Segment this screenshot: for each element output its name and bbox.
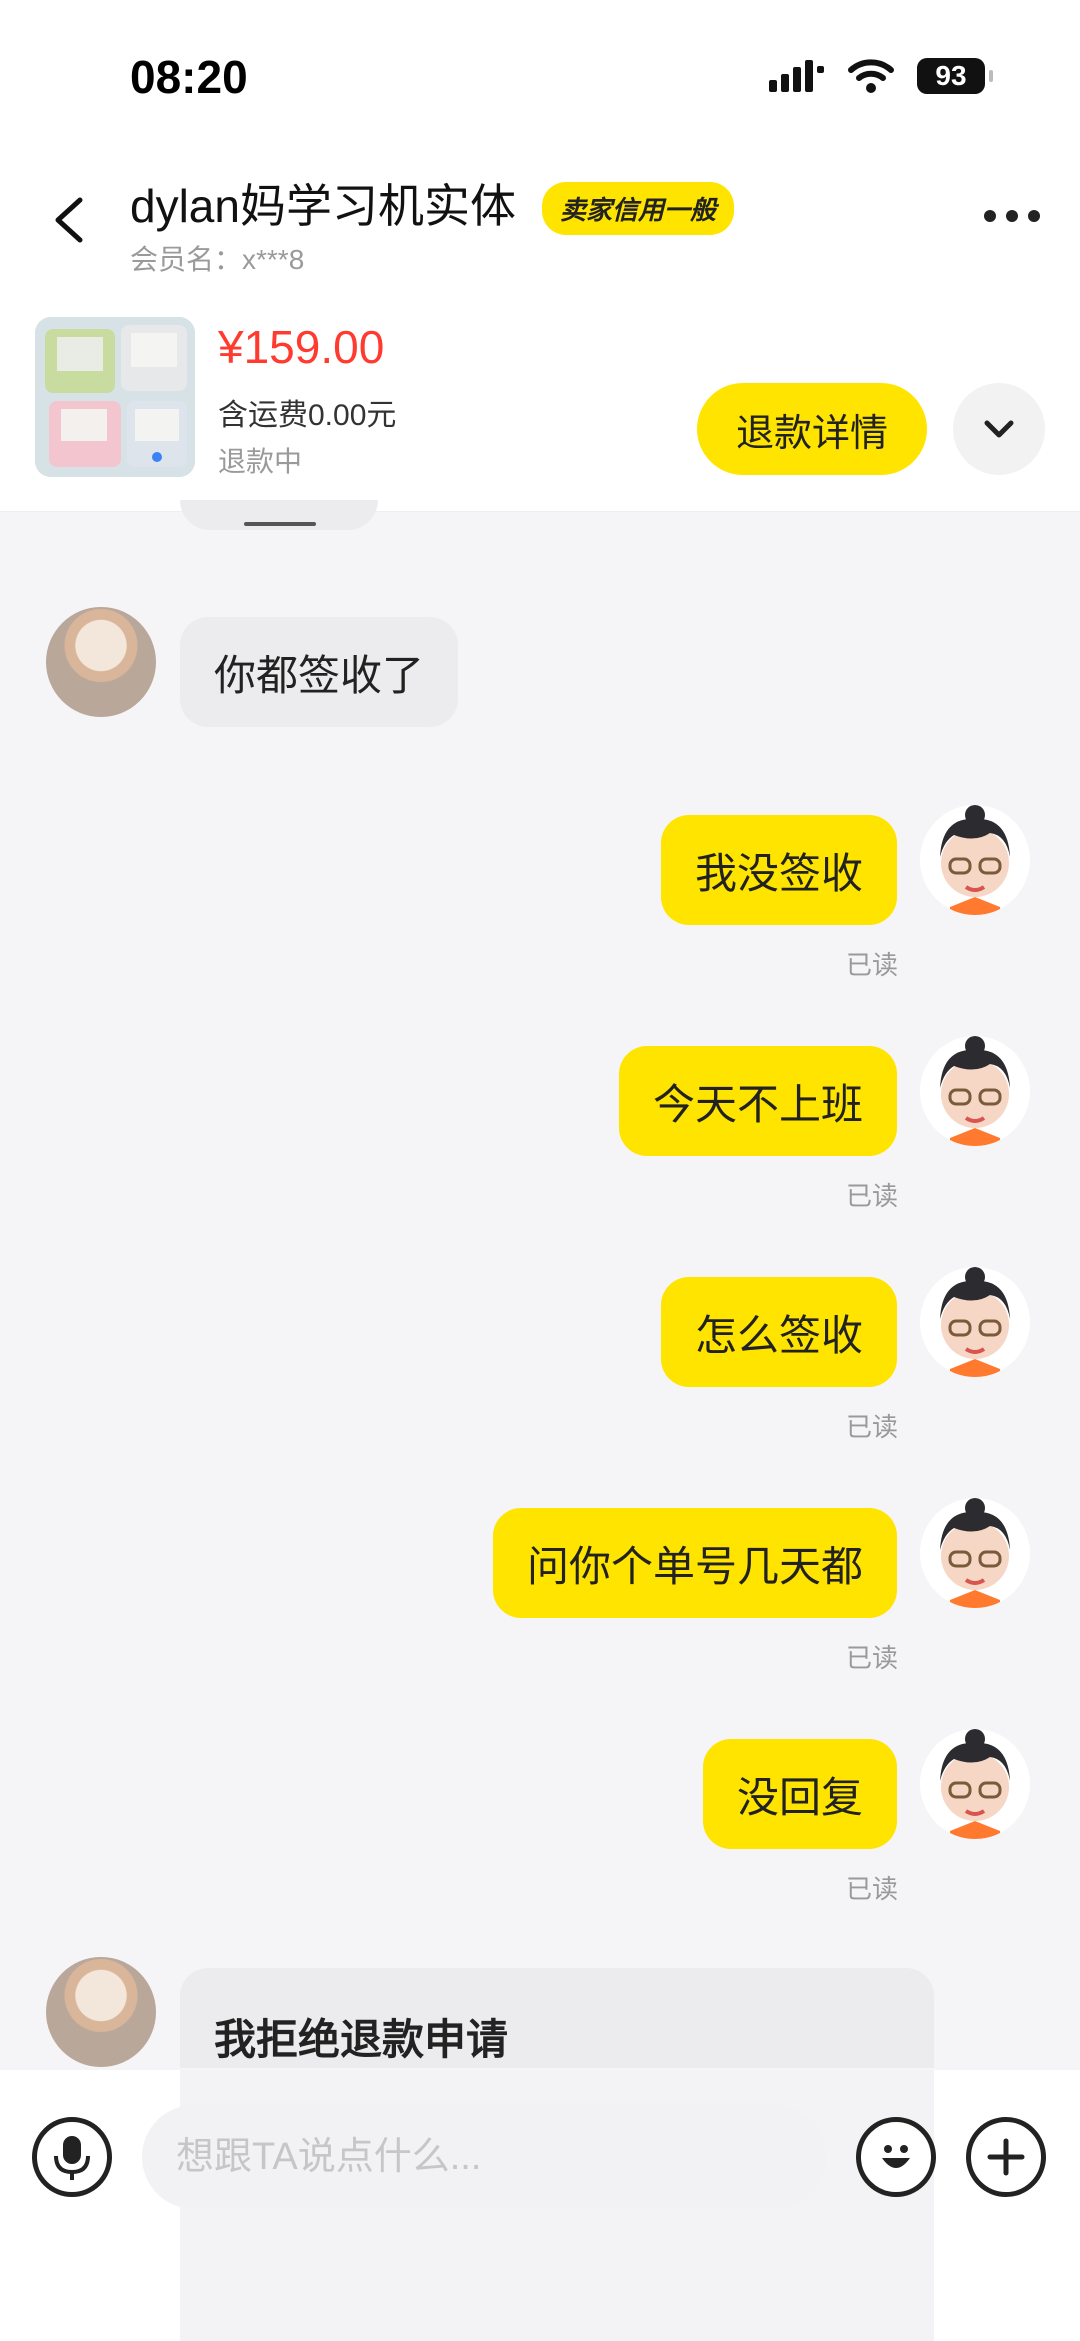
user-avatar-image bbox=[940, 1036, 1010, 1146]
voice-button[interactable] bbox=[32, 2117, 112, 2197]
message-input[interactable] bbox=[142, 2105, 826, 2209]
user-avatar-image bbox=[940, 805, 1010, 915]
chevron-left-icon bbox=[55, 197, 83, 243]
more-options-button[interactable] bbox=[984, 210, 1040, 222]
back-button[interactable] bbox=[40, 190, 100, 250]
user-avatar[interactable] bbox=[920, 1498, 1030, 1608]
read-receipt: 已读 bbox=[846, 1643, 899, 1673]
chevron-down-icon bbox=[984, 420, 1014, 438]
refund-details-button[interactable]: 退款详情 bbox=[697, 383, 927, 475]
user-avatar-image bbox=[940, 1498, 1010, 1608]
dot bbox=[1006, 210, 1018, 222]
message-bubble-received[interactable]: 我拒绝退款申请 bbox=[180, 1968, 934, 2068]
seller-avatar[interactable] bbox=[46, 607, 156, 717]
seller-avatar[interactable] bbox=[46, 1957, 156, 2067]
product-image bbox=[35, 317, 195, 477]
user-avatar[interactable] bbox=[920, 1267, 1030, 1377]
order-card[interactable]: ¥159.00 含运费0.00元 退款中 退款详情 bbox=[0, 310, 1080, 512]
message-bubble-sent[interactable]: 我没签收 bbox=[660, 815, 897, 925]
dot bbox=[1028, 210, 1040, 222]
plus-icon bbox=[987, 2138, 1025, 2176]
shop-name[interactable]: dylan妈学习机实体 bbox=[130, 170, 516, 236]
dot bbox=[984, 210, 996, 222]
user-avatar[interactable] bbox=[920, 1036, 1030, 1146]
product-thumbnail[interactable] bbox=[35, 317, 195, 477]
status-bar: 08:20 93 bbox=[0, 0, 1080, 160]
wifi-icon bbox=[848, 59, 894, 93]
read-receipt: 已读 bbox=[846, 950, 899, 980]
read-receipt: 已读 bbox=[846, 1181, 899, 1211]
read-receipt: 已读 bbox=[846, 1412, 899, 1442]
signal-icon bbox=[769, 60, 824, 92]
credit-badge: 卖家信用一般 bbox=[542, 182, 735, 235]
order-status: 退款中 bbox=[218, 446, 303, 477]
status-time: 08:20 bbox=[130, 51, 248, 103]
expand-button[interactable] bbox=[953, 383, 1045, 475]
emoji-button[interactable] bbox=[856, 2117, 936, 2197]
user-avatar[interactable] bbox=[920, 805, 1030, 915]
emoji-icon bbox=[882, 2145, 910, 2168]
message-bubble-sent[interactable]: 今天不上班 bbox=[618, 1046, 897, 1156]
message-bubble-sent[interactable]: 怎么签收 bbox=[660, 1277, 897, 1387]
order-price: ¥159.00 bbox=[218, 321, 385, 373]
message-input-bar bbox=[0, 2070, 1080, 2341]
battery-icon: 93 bbox=[917, 58, 993, 94]
message-bubble-sent[interactable]: 没回复 bbox=[702, 1739, 897, 1849]
chat-header: dylan妈学习机实体 卖家信用一般 会员名：x***8 bbox=[0, 160, 1080, 310]
message-bubble-received[interactable]: 你都签收了 bbox=[180, 617, 459, 727]
member-id: 会员名：x***8 bbox=[130, 244, 305, 275]
microphone-icon bbox=[54, 2136, 90, 2180]
user-avatar[interactable] bbox=[920, 1729, 1030, 1839]
status-icons: 93 bbox=[769, 58, 993, 94]
add-attachment-button[interactable] bbox=[966, 2117, 1046, 2197]
read-receipt: 已读 bbox=[846, 1874, 899, 1904]
previous-message-peek bbox=[180, 500, 378, 530]
user-avatar-image bbox=[940, 1729, 1010, 1839]
user-avatar-image bbox=[940, 1267, 1010, 1377]
message-bubble-sent[interactable]: 问你个单号几天都 bbox=[492, 1508, 897, 1618]
shipping-fee: 含运费0.00元 bbox=[218, 399, 397, 432]
